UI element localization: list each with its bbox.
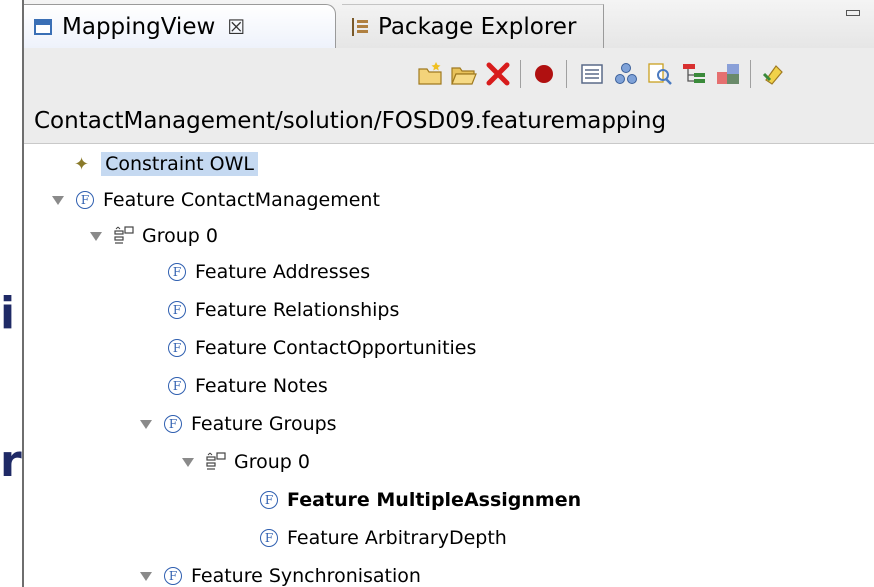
sync-icon[interactable] — [760, 60, 788, 88]
expand-arrow-icon[interactable] — [140, 571, 152, 581]
feature-icon: F — [168, 339, 186, 357]
tree-item-label: Feature ContactManagement — [103, 189, 380, 211]
tree-item-label: Feature ArbitraryDepth — [287, 527, 507, 549]
tree-item-label: Feature Groups — [191, 413, 337, 435]
feature-icon: F — [76, 191, 94, 209]
feature-icon: F — [168, 263, 186, 281]
expand-arrow-icon[interactable] — [182, 457, 194, 467]
toolbar-separator — [520, 60, 521, 88]
feature-icon: F — [168, 377, 186, 395]
close-icon[interactable]: ☒ — [227, 15, 245, 39]
expand-arrow-icon[interactable] — [90, 231, 102, 241]
hierarchy-icon[interactable] — [612, 60, 640, 88]
feature-icon: F — [168, 301, 186, 319]
tree-item-feature[interactable]: F Feature ContactManagement — [52, 182, 380, 218]
new-folder-icon[interactable] — [416, 60, 444, 88]
constraint-icon: ✦ — [74, 153, 90, 175]
tree-item-feature[interactable]: F Feature Notes — [168, 368, 328, 404]
slide-text-fragment: r — [0, 436, 22, 487]
group-icon — [114, 226, 134, 244]
toolbar-separator — [566, 60, 567, 88]
expand-arrow-icon[interactable] — [140, 419, 152, 429]
mapping-tree: ✦ Constraint OWL F Feature ContactManage… — [24, 144, 874, 587]
feature-icon: F — [164, 415, 182, 433]
minimize-icon[interactable] — [846, 10, 860, 16]
tab-package-explorer[interactable]: Package Explorer — [342, 4, 604, 48]
feature-icon: F — [260, 491, 278, 509]
tree-item-label: Feature Addresses — [195, 261, 371, 283]
record-icon[interactable] — [530, 60, 558, 88]
tree-item-label: Feature MultipleAssignmen — [287, 489, 582, 511]
file-path: ContactManagement/solution/FOSD09.featur… — [24, 100, 874, 144]
group-icon — [206, 452, 226, 470]
find-icon[interactable] — [646, 60, 674, 88]
expand-arrow-icon[interactable] — [52, 195, 64, 205]
tree-item-feature[interactable]: F Feature Groups — [140, 406, 337, 442]
tree-item-label: Feature Notes — [195, 375, 328, 397]
tree-item-constraint-owl[interactable]: ✦ Constraint OWL — [74, 146, 258, 182]
open-folder-icon[interactable] — [450, 60, 478, 88]
toolbar — [24, 48, 874, 100]
mapping-view-window: MappingView ☒ Package Explorer ContactMa… — [22, 0, 874, 587]
list-view-icon[interactable] — [578, 60, 606, 88]
package-explorer-icon — [352, 17, 368, 36]
view-icon — [34, 18, 52, 35]
tree-item-feature[interactable]: F Feature ContactOpportunities — [168, 330, 476, 366]
slide-text-fragment: i — [0, 288, 16, 339]
tree-item-label: Feature Relationships — [195, 299, 400, 321]
toolbar-separator — [750, 60, 751, 88]
color-map-icon[interactable] — [714, 60, 742, 88]
tab-bar: MappingView ☒ Package Explorer — [24, 0, 874, 49]
tree-item-feature[interactable]: F Feature Synchronisation — [140, 558, 421, 587]
tree-item-feature[interactable]: F Feature MultipleAssignmen — [260, 482, 581, 518]
delete-icon[interactable] — [484, 60, 512, 88]
tab-mappingview[interactable]: MappingView ☒ — [24, 4, 336, 48]
tree-item-feature[interactable]: F Feature Relationships — [168, 292, 399, 328]
tree-layout-icon[interactable] — [680, 60, 708, 88]
feature-icon: F — [164, 567, 182, 585]
tree-item-label: Group 0 — [234, 451, 310, 473]
tree-item-feature[interactable]: F Feature Addresses — [168, 254, 370, 290]
tree-item-group[interactable]: Group 0 — [90, 218, 218, 254]
tree-item-label: Feature Synchronisation — [191, 565, 421, 587]
tab-label: Package Explorer — [378, 13, 577, 40]
tree-item-feature[interactable]: F Feature ArbitraryDepth — [260, 520, 507, 556]
feature-icon: F — [260, 529, 278, 547]
tab-label: MappingView — [62, 13, 216, 40]
background-slide: i r — [0, 0, 22, 587]
tree-item-label: Group 0 — [142, 225, 218, 247]
tree-item-label: Feature ContactOpportunities — [195, 337, 477, 359]
tree-item-label: Constraint OWL — [101, 152, 258, 176]
tree-item-group[interactable]: Group 0 — [182, 444, 310, 480]
